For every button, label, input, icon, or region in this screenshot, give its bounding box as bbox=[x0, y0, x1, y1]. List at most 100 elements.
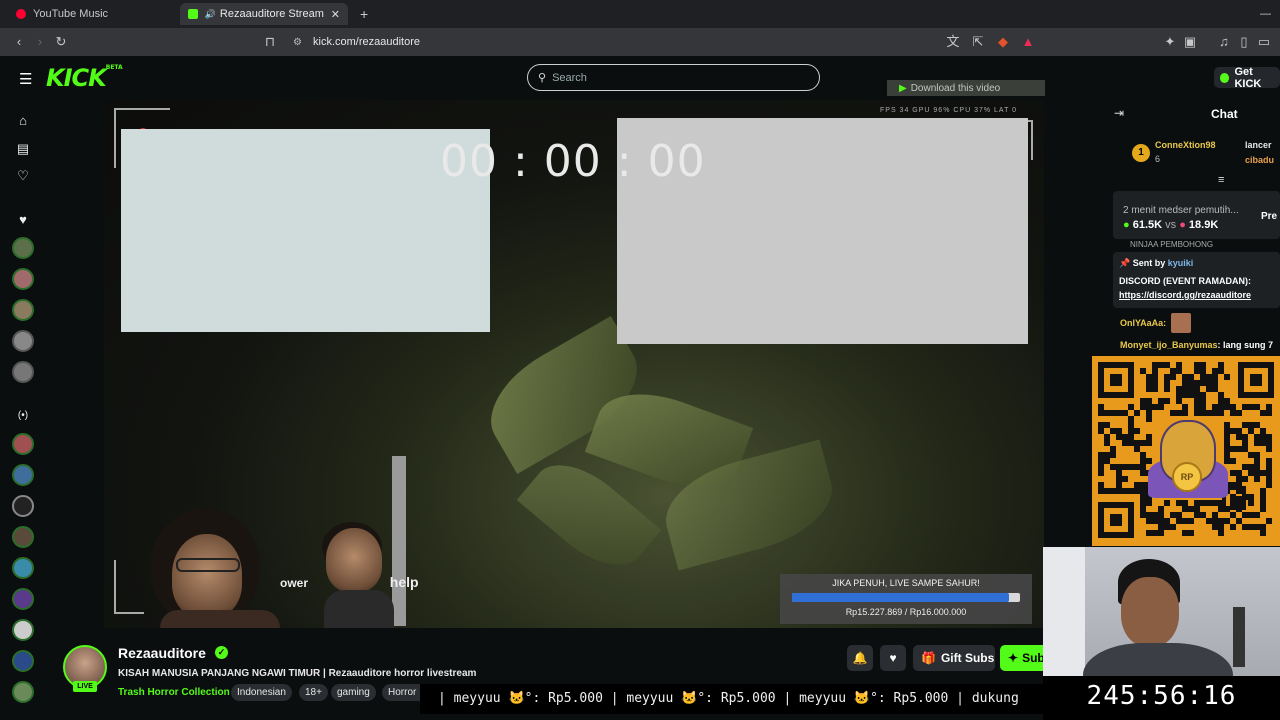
leaderboard-user[interactable]: lancer bbox=[1245, 140, 1272, 150]
poll-option-a-count: 61.5K bbox=[1132, 219, 1163, 231]
poll-option-a-icon: ● bbox=[1123, 219, 1130, 231]
chat-username[interactable]: Monyet_ijo_Banyumas bbox=[1120, 340, 1218, 350]
recommended-channel-avatar[interactable] bbox=[12, 681, 34, 703]
search-placeholder: Search bbox=[552, 71, 587, 84]
qr-module bbox=[1260, 506, 1266, 512]
recommended-channel-avatar[interactable] bbox=[12, 433, 34, 455]
chat-username[interactable]: OnlYAaAa: bbox=[1120, 318, 1166, 328]
goal-title: JIKA PENUH, LIVE SAMPE SAHUR! bbox=[832, 578, 980, 588]
close-tab-icon[interactable]: ✕ bbox=[331, 8, 340, 21]
chat-title: Chat bbox=[1211, 107, 1238, 121]
collapse-chat-icon[interactable]: ⇥ bbox=[1114, 106, 1124, 120]
qr-module bbox=[1164, 500, 1170, 506]
bookmark-icon[interactable]: ⊓ bbox=[262, 34, 278, 50]
reload-icon[interactable]: ↻ bbox=[53, 34, 69, 50]
qr-module bbox=[1158, 404, 1164, 410]
poll-predict-label[interactable]: Pre bbox=[1261, 211, 1277, 222]
qr-module bbox=[1242, 476, 1248, 482]
pinned-title: DISCORD (EVENT RAMADAN): bbox=[1119, 276, 1251, 286]
filter-icon[interactable]: ≡ bbox=[1218, 174, 1224, 186]
extensions-icon[interactable]: ✦ bbox=[1162, 34, 1178, 50]
qr-module bbox=[1182, 410, 1188, 416]
recommended-channel-avatar[interactable] bbox=[12, 619, 34, 641]
chat-emote bbox=[1171, 313, 1191, 333]
followed-channel-avatar[interactable] bbox=[12, 361, 34, 383]
overlay-panel-left bbox=[121, 129, 490, 332]
gift-subs-button[interactable]: 🎁 Gift Subs bbox=[913, 645, 995, 671]
site-settings-icon[interactable]: ⚙ bbox=[293, 37, 302, 48]
recommended-channel-avatar[interactable] bbox=[12, 588, 34, 610]
pinned-sent-by: Sent by bbox=[1132, 258, 1166, 268]
qr-module bbox=[1146, 500, 1152, 506]
qr-module bbox=[1122, 476, 1128, 482]
recommended-channel-avatar[interactable] bbox=[12, 526, 34, 548]
qr-module bbox=[1254, 512, 1260, 518]
stream-category[interactable]: Trash Horror Collection bbox=[118, 687, 230, 698]
recommended-channel-avatar[interactable] bbox=[12, 650, 34, 672]
notification-bell-button[interactable]: 🔔 bbox=[847, 645, 873, 671]
minimize-icon[interactable]: — bbox=[1252, 3, 1272, 25]
followed-channel-avatar[interactable] bbox=[12, 299, 34, 321]
wallet-icon[interactable]: ▭ bbox=[1256, 34, 1272, 50]
home-icon[interactable]: ⌂ bbox=[15, 113, 31, 129]
subscribe-button[interactable]: ✦ Sub bbox=[1000, 645, 1043, 671]
pinned-message[interactable]: 📌 Sent by kyuiki DISCORD (EVENT RAMADAN)… bbox=[1113, 252, 1280, 308]
followed-channel-avatar[interactable] bbox=[12, 268, 34, 290]
following-icon[interactable]: ♡ bbox=[15, 168, 31, 184]
search-input[interactable]: ⚲ Search bbox=[527, 64, 820, 91]
address-bar[interactable]: ⚙ kick.com/rezaauditore bbox=[285, 32, 1045, 52]
screenshot-icon[interactable]: ▣ bbox=[1182, 34, 1198, 50]
cohost-body bbox=[324, 590, 394, 628]
qr-module bbox=[1266, 410, 1272, 416]
back-icon[interactable]: ‹ bbox=[11, 34, 27, 50]
leaderboard-user[interactable]: cibadu bbox=[1245, 155, 1274, 165]
recommended-channel-avatar[interactable] bbox=[12, 464, 34, 486]
qr-module bbox=[1218, 410, 1224, 416]
search-icon: ⚲ bbox=[538, 72, 547, 84]
qr-module bbox=[1266, 482, 1272, 488]
sidebar-icon[interactable]: ▯ bbox=[1236, 34, 1252, 50]
tab-kick-stream[interactable]: 🔊 Rezaauditore Stream - Watch ✕ bbox=[180, 3, 348, 25]
qr-module bbox=[1146, 416, 1152, 422]
tag-age[interactable]: 18+ bbox=[299, 684, 328, 701]
qr-module bbox=[1164, 386, 1170, 392]
chat-message: Monyet_ijo_Banyumas: lang sung 7 bbox=[1120, 340, 1273, 350]
poll-results: ● 61.5K vs ● 18.9K bbox=[1123, 219, 1218, 231]
leaderboard-top-user[interactable]: ConneXtion98 bbox=[1155, 140, 1216, 150]
beta-badge: BETA bbox=[105, 64, 123, 71]
pinned-user[interactable]: kyuiki bbox=[1168, 258, 1194, 268]
qr-finder bbox=[1098, 362, 1134, 398]
host-camera bbox=[130, 500, 410, 628]
new-tab-button[interactable]: + bbox=[352, 3, 372, 25]
qr-module bbox=[1224, 374, 1230, 380]
channel-name[interactable]: Rezaauditore bbox=[118, 645, 206, 661]
download-label: Download this video bbox=[910, 82, 1001, 94]
verified-icon: ✓ bbox=[215, 646, 228, 659]
qr-module bbox=[1230, 524, 1236, 530]
followed-channel-avatar[interactable] bbox=[12, 330, 34, 352]
tab-youtube-music[interactable]: YouTube Music bbox=[8, 3, 178, 25]
qr-module bbox=[1266, 446, 1272, 452]
followed-channel-avatar[interactable] bbox=[12, 237, 34, 259]
menu-icon[interactable]: ☰ bbox=[19, 70, 33, 88]
tag-horror[interactable]: Horror bbox=[382, 684, 423, 701]
tag-language[interactable]: Indonesian bbox=[231, 684, 292, 701]
pin-icon: 📌 bbox=[1119, 258, 1131, 268]
chat-message-text: : lang sung 7 bbox=[1217, 340, 1274, 350]
leaderboard-rank-badge: 1 bbox=[1132, 144, 1150, 162]
kick-logo[interactable]: KICKBETA bbox=[46, 64, 123, 92]
recommended-channel-avatar[interactable] bbox=[12, 495, 34, 517]
chat-poll[interactable]: 2 menit medser pemutih... ● 61.5K vs ● 1… bbox=[1113, 191, 1280, 239]
tag-gaming[interactable]: gaming bbox=[331, 684, 376, 701]
get-kick-button[interactable]: Get KICK bbox=[1214, 66, 1280, 90]
download-video-button[interactable]: ▶ Download this video bbox=[887, 80, 1045, 96]
music-icon[interactable]: ♫ bbox=[1216, 34, 1232, 50]
recommended-channel-avatar[interactable] bbox=[12, 557, 34, 579]
qr-module bbox=[1254, 476, 1260, 482]
forward-icon[interactable]: › bbox=[32, 34, 48, 50]
pinned-link[interactable]: https://discord.gg/rezaauditore bbox=[1119, 290, 1251, 300]
follow-button[interactable]: ♥ bbox=[880, 645, 906, 671]
kick-favicon-icon bbox=[188, 9, 198, 19]
browse-icon[interactable]: ▤ bbox=[15, 141, 31, 157]
goal-progress-bar bbox=[792, 593, 1020, 602]
